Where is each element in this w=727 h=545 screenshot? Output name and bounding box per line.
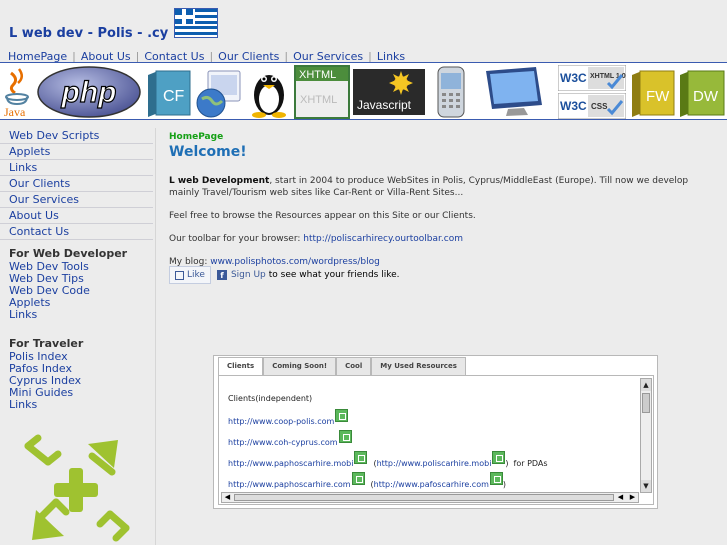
fireworks-folder-icon[interactable]: FW	[630, 65, 676, 119]
external-link-icon[interactable]	[354, 451, 368, 464]
svg-text:DW: DW	[693, 88, 719, 105]
sidebar-group-web-developer: For Web Developer Web Dev Tools Web Dev …	[0, 247, 153, 321]
company-name: L web Development	[169, 176, 270, 186]
sidebar-item-our-clients[interactable]: Our Clients	[0, 176, 153, 192]
client-link[interactable]: http://www.paphoscarhire.com	[228, 479, 351, 491]
mobile-phone-icon[interactable]	[430, 65, 472, 119]
list-item: http://www.paphoscarhire.com (http://www…	[228, 470, 548, 491]
svg-text:FW: FW	[646, 88, 670, 105]
resources-tab-widget: Clients Coming Soon! Cool My Used Resour…	[213, 355, 658, 509]
facebook-icon: f	[216, 270, 227, 280]
java-logo-icon[interactable]: Java	[1, 65, 34, 119]
tab-coming-soon[interactable]: Coming Soon!	[263, 357, 337, 375]
sidebar-item-dev-links[interactable]: Links	[9, 309, 153, 321]
coldfusion-folder-icon[interactable]: CF	[144, 65, 192, 119]
svg-text:Javascript: Javascript	[357, 98, 412, 112]
tab-bar: Clients Coming Soon! Cool My Used Resour…	[218, 357, 466, 376]
facebook-like-row: Like f Sign Up to see what your friends …	[169, 266, 400, 284]
browse-text: Feel free to browse the Resources appear…	[169, 211, 476, 221]
svg-text:W3C: W3C	[560, 71, 587, 85]
tab-my-used-resources[interactable]: My Used Resources	[371, 357, 466, 375]
external-link-icon[interactable]	[335, 409, 349, 422]
horizontal-scrollbar[interactable]: ◀ ◀ ▶	[221, 492, 639, 503]
cyprus-flag-icon	[174, 8, 218, 38]
toolbar-label: Our toolbar for your browser:	[169, 234, 304, 244]
toolbar-link[interactable]: http://poliscarhirecy.ourtoolbar.com	[303, 234, 463, 244]
scroll-down-arrow-icon[interactable]: ▼	[641, 480, 651, 492]
main-content: HomePage Welcome! L web Development, sta…	[169, 128, 719, 284]
hscroll-thumb[interactable]	[234, 494, 614, 501]
sidebar-item-contact-us[interactable]: Contact Us	[0, 224, 153, 240]
scroll-right-arrow-icon[interactable]: ▶	[627, 493, 638, 502]
site-title: L web dev - Polis - .cy	[9, 26, 169, 41]
client-link[interactable]: http://www.coh-cyprus.com	[228, 437, 338, 449]
like-tail-text: to see what your friends like.	[268, 270, 400, 280]
w3c-css-valid-badge[interactable]: W3C CSS	[557, 92, 627, 119]
external-link-icon[interactable]	[351, 472, 365, 485]
svg-text:Java: Java	[4, 105, 26, 119]
facebook-like-button[interactable]: Like	[169, 266, 211, 284]
tab-clients[interactable]: Clients	[218, 357, 264, 376]
list-item: http://www.paphoscarhire.mobi (http://ww…	[228, 449, 548, 470]
svg-text:XHTML: XHTML	[299, 69, 336, 81]
tab-panel-clients: Clients(independent) http://www.coop-pol…	[218, 375, 654, 505]
sidebar-item-links[interactable]: Links	[0, 160, 153, 176]
client-note: for PDAs	[513, 459, 548, 468]
toolbar-line: Our toolbar for your browser: http://pol…	[169, 233, 719, 245]
client-link[interactable]: http://www.paphoscarhire.mobi	[228, 458, 353, 470]
w3c-xhtml-valid-badge[interactable]: W3C XHTML 1.0	[557, 64, 627, 92]
sidebar-group-heading: For Web Developer	[9, 247, 128, 260]
external-link-icon[interactable]	[492, 451, 506, 464]
clients-list: Clients(independent) http://www.coop-pol…	[228, 394, 548, 491]
sidebar-item-travel-links[interactable]: Links	[9, 399, 153, 411]
svg-text:CSS: CSS	[591, 102, 608, 111]
sidebar-item-applets[interactable]: Applets	[0, 144, 153, 160]
svg-text:CF: CF	[163, 88, 185, 105]
web-globe-icon[interactable]	[194, 65, 244, 119]
dreamweaver-folder-icon[interactable]: DW	[678, 65, 726, 119]
scroll-left-arrow-icon[interactable]: ◀	[615, 493, 626, 502]
svg-text:php: php	[61, 76, 117, 109]
scroll-thumb[interactable]	[642, 393, 650, 413]
svg-text:XHTML: XHTML	[300, 94, 337, 106]
sidebar-divider	[155, 128, 156, 545]
sidebar-group-heading: For Traveler	[9, 337, 84, 350]
thumbs-up-icon	[175, 270, 184, 280]
external-link-icon[interactable]	[338, 430, 352, 443]
list-item: http://www.coop-polis.com	[228, 407, 548, 428]
technology-banner: Java php CF XHTML XHTML Javascript W3C X…	[0, 62, 727, 120]
vertical-scrollbar[interactable]: ▲ ▼	[640, 378, 652, 493]
scroll-left-arrow-icon[interactable]: ◀	[222, 493, 233, 502]
facebook-signup-link[interactable]: Sign Up	[231, 270, 266, 280]
page-title: Welcome!	[169, 144, 247, 160]
sidebar-item-about-us[interactable]: About Us	[0, 208, 153, 224]
like-label: Like	[187, 270, 205, 280]
sidebar-item-our-services[interactable]: Our Services	[0, 192, 153, 208]
javascript-badge-icon[interactable]: Javascript	[353, 65, 425, 119]
xhtml-badge-icon[interactable]: XHTML XHTML	[294, 65, 350, 119]
client-alt-link[interactable]: http://www.pafoscarhire.com	[374, 479, 489, 491]
intro-paragraph: L web Development, start in 2004 to prod…	[169, 175, 719, 199]
chain-link-logo-icon	[20, 432, 140, 545]
sidebar-item-web-dev-scripts[interactable]: Web Dev Scripts	[0, 128, 153, 144]
linux-tux-icon[interactable]	[246, 65, 292, 119]
scroll-up-arrow-icon[interactable]: ▲	[641, 379, 651, 391]
clients-heading: Clients(independent)	[228, 394, 313, 403]
list-item: http://www.coh-cyprus.com	[228, 428, 548, 449]
sidebar-group-traveler: For Traveler Polis Index Pafos Index Cyp…	[0, 337, 153, 411]
php-logo-icon[interactable]: php	[36, 65, 142, 119]
client-link[interactable]: http://www.coop-polis.com	[228, 416, 334, 428]
tab-cool[interactable]: Cool	[336, 357, 372, 375]
header: L web dev - Polis - .cy HomePage | About U…	[0, 0, 727, 63]
client-alt-link[interactable]: http://www.poliscarhire.mobi	[377, 458, 492, 470]
external-link-icon[interactable]	[489, 472, 503, 485]
svg-text:W3C: W3C	[560, 99, 587, 113]
desktop-monitor-icon[interactable]	[478, 65, 548, 119]
breadcrumb[interactable]: HomePage	[169, 132, 719, 142]
